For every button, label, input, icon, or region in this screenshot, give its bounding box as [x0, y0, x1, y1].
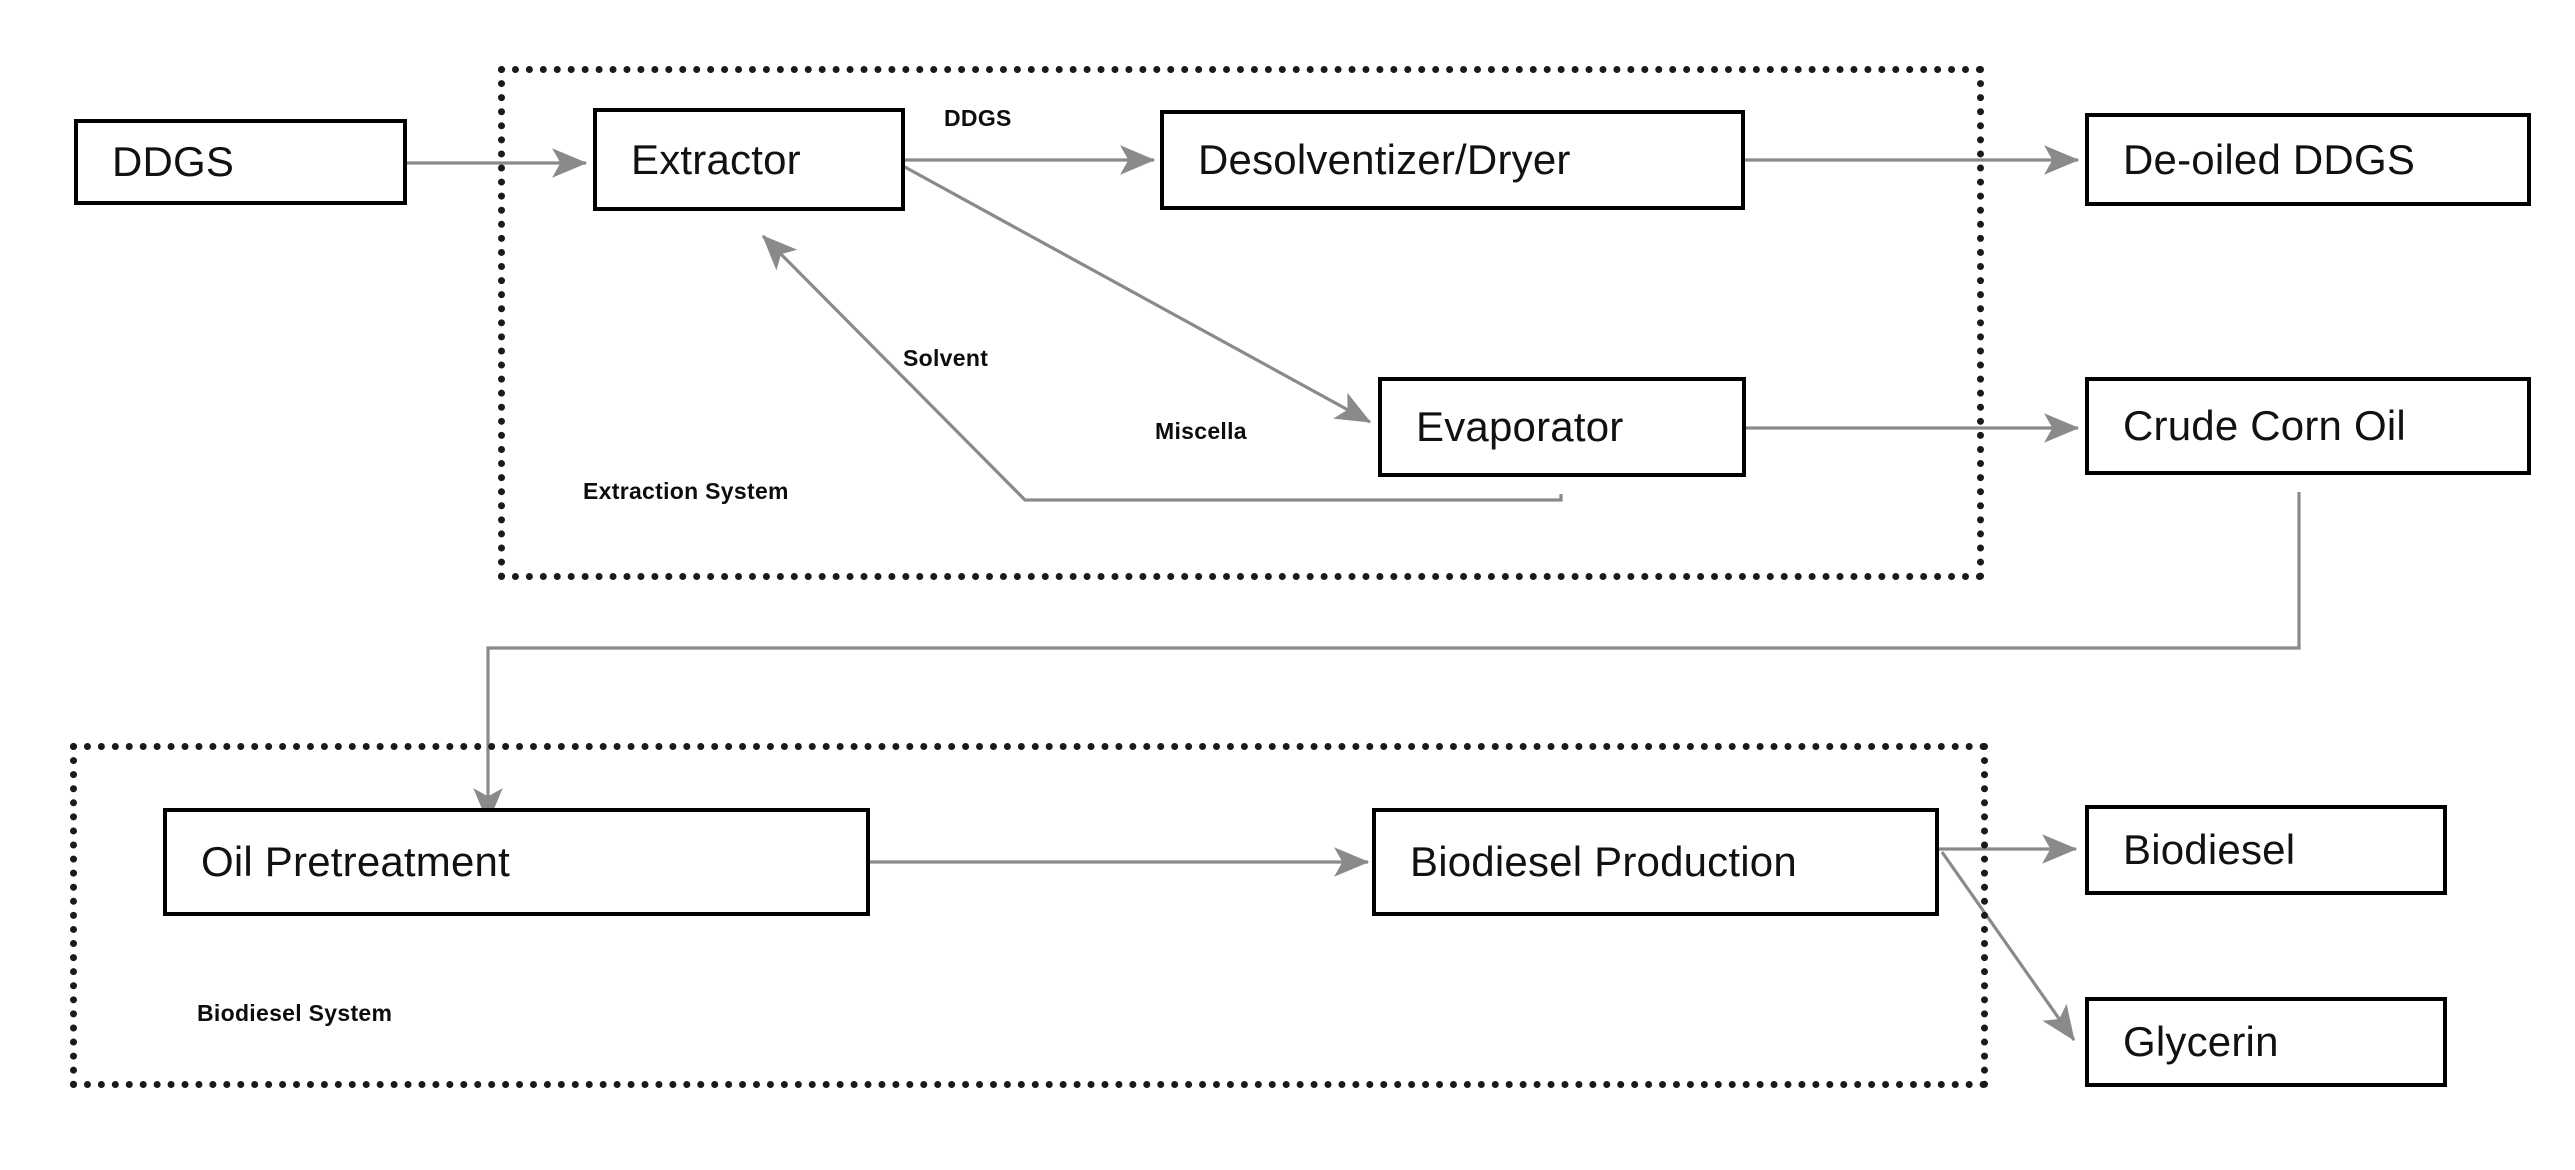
flow-diagram-canvas: Extraction System Biodiesel System DDGS …: [0, 0, 2575, 1170]
edge-label-ddgs-stream: DDGS: [944, 105, 1012, 131]
node-de-oiled-ddgs[interactable]: De-oiled DDGS: [2085, 113, 2531, 206]
node-ddgs-label: DDGS: [112, 138, 235, 185]
group-biodiesel-system-label: Biodiesel System: [197, 1000, 393, 1026]
node-crude-corn-oil-label: Crude Corn Oil: [2123, 402, 2406, 449]
node-evaporator[interactable]: Evaporator: [1378, 377, 1746, 477]
node-oil-pretreatment-label: Oil Pretreatment: [201, 838, 510, 885]
node-desolventizer-dryer[interactable]: Desolventizer/Dryer: [1160, 110, 1745, 210]
node-crude-corn-oil[interactable]: Crude Corn Oil: [2085, 377, 2531, 475]
node-biodiesel-production-label: Biodiesel Production: [1410, 838, 1797, 885]
group-extraction-system-label: Extraction System: [583, 478, 789, 504]
node-extractor-label: Extractor: [631, 135, 801, 183]
node-biodiesel[interactable]: Biodiesel: [2085, 805, 2447, 895]
node-biodiesel-production[interactable]: Biodiesel Production: [1372, 808, 1939, 916]
node-biodiesel-label: Biodiesel: [2123, 826, 2296, 873]
node-extractor[interactable]: Extractor: [593, 108, 905, 211]
node-evaporator-label: Evaporator: [1416, 403, 1624, 450]
node-glycerin[interactable]: Glycerin: [2085, 997, 2447, 1087]
edge-label-miscella: Miscella: [1155, 418, 1247, 444]
node-ddgs[interactable]: DDGS: [74, 119, 407, 205]
edge-label-solvent: Solvent: [903, 345, 989, 371]
node-oil-pretreatment[interactable]: Oil Pretreatment: [163, 808, 870, 916]
node-glycerin-label: Glycerin: [2123, 1018, 2279, 1065]
node-desolventizer-dryer-label: Desolventizer/Dryer: [1198, 136, 1571, 183]
node-de-oiled-ddgs-label: De-oiled DDGS: [2123, 135, 2416, 183]
